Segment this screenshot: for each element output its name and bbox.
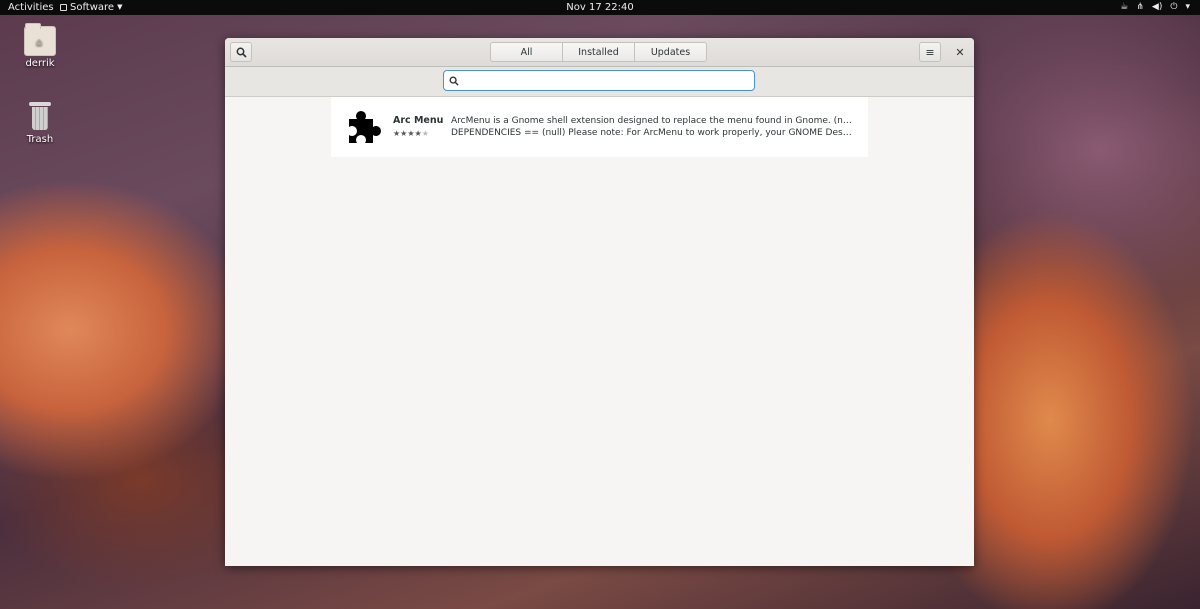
system-tray[interactable]: ☕ ⋔ ◀) ⏻ ▾ <box>1120 2 1190 13</box>
chevron-down-icon[interactable]: ▾ <box>1185 2 1190 13</box>
desktop-icon-label: derrik <box>25 58 55 69</box>
desktop-icon-trash[interactable]: Trash <box>10 102 70 145</box>
description-line: DEPENDENCIES == (null) Please note: For … <box>451 128 856 138</box>
menu-button[interactable]: ≡ <box>919 42 941 62</box>
search-input[interactable] <box>464 74 754 87</box>
close-button[interactable]: ✕ <box>949 42 971 62</box>
app-name: Arc Menu <box>393 115 444 126</box>
search-icon <box>449 75 459 86</box>
desktop-icon-label: Trash <box>26 134 54 145</box>
search-toggle-button[interactable] <box>230 42 252 62</box>
top-bar: Activities Software ▼ Nov 17 22:40 ☕ ⋔ ◀… <box>0 0 1200 15</box>
close-icon: ✕ <box>955 45 965 59</box>
clock[interactable]: Nov 17 22:40 <box>0 2 1200 13</box>
home-folder-icon: ⌂ <box>24 23 56 56</box>
hamburger-menu-icon: ≡ <box>925 45 935 59</box>
search-entry[interactable] <box>443 70 755 91</box>
software-window: All Installed Updates ≡ ✕ Arc Menu ★★★★★ <box>225 38 974 566</box>
tab-all[interactable]: All <box>490 42 563 62</box>
desktop-icon-home[interactable]: ⌂ derrik <box>10 23 70 69</box>
description-line: ArcMenu is a Gnome shell extension desig… <box>451 116 856 126</box>
search-icon <box>236 47 247 58</box>
coffee-icon[interactable]: ☕ <box>1120 2 1128 13</box>
power-icon[interactable]: ⏻ <box>1170 2 1177 13</box>
volume-icon[interactable]: ◀) <box>1152 2 1162 13</box>
tab-updates[interactable]: Updates <box>634 42 707 62</box>
tab-installed[interactable]: Installed <box>562 42 635 62</box>
search-results: Arc Menu ★★★★★ ArcMenu is a Gnome shell … <box>225 97 974 566</box>
puzzle-piece-icon <box>349 111 381 143</box>
trash-icon <box>29 102 51 130</box>
header-bar: All Installed Updates ≡ ✕ <box>225 38 974 67</box>
search-bar <box>225 67 974 97</box>
list-item[interactable]: Arc Menu ★★★★★ ArcMenu is a Gnome shell … <box>331 97 868 157</box>
network-icon[interactable]: ⋔ <box>1136 2 1144 13</box>
view-switcher: All Installed Updates <box>490 42 707 62</box>
rating-stars: ★★★★★ <box>393 129 429 138</box>
app-description: ArcMenu is a Gnome shell extension desig… <box>451 115 856 139</box>
